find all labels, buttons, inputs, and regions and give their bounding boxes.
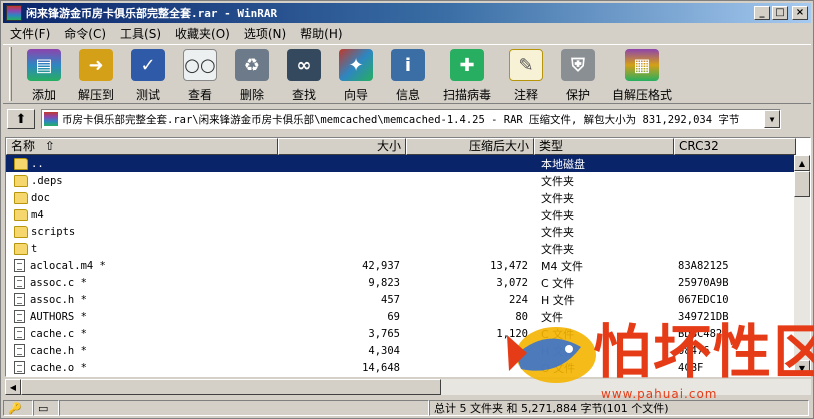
chevron-left-icon: ◀ <box>9 382 17 392</box>
list-item[interactable]: .deps 文件夹 <box>6 172 796 189</box>
sort-arrow-icon: ⇧ <box>44 139 55 153</box>
view-button[interactable]: ○○ 查看 <box>174 45 226 103</box>
list-item[interactable]: doc 文件夹 <box>6 189 796 206</box>
find-button[interactable]: ∞ 查找 <box>278 45 330 103</box>
scroll-thumb[interactable] <box>794 171 810 197</box>
virus-scan-icon: ✚ <box>450 49 484 81</box>
folder-icon <box>14 191 28 204</box>
view-glasses-icon: ○○ <box>183 49 217 81</box>
close-button[interactable]: × <box>792 6 808 20</box>
list-item[interactable]: AUTHORS * 69 80 文件 349721DB <box>6 308 796 325</box>
file-rows: .. 本地磁盘 .deps 文件夹 doc 文件夹 m4 文件夹 scripts… <box>6 155 796 376</box>
title-bar[interactable]: 闲来锋游金币房卡俱乐部完整全套.rar - WinRAR _ □ × <box>3 3 811 23</box>
menu-commands[interactable]: 命令(C) <box>57 25 113 42</box>
extract-to-button[interactable]: ➜ 解压到 <box>70 45 122 103</box>
column-size[interactable]: 大小 <box>278 138 406 155</box>
chevron-down-icon: ▼ <box>769 114 775 124</box>
wizard-icon: ✦ <box>339 49 373 81</box>
folder-icon <box>14 242 28 255</box>
file-icon <box>14 259 25 272</box>
up-one-level-button[interactable]: ⬆ <box>7 109 35 129</box>
menu-help[interactable]: 帮助(H) <box>293 25 349 42</box>
column-header: 名称 ⇧ 大小 压缩后大小 类型 CRC32 <box>6 138 796 155</box>
list-item[interactable]: cache.h * 4,304 1, H 文件 08476 <box>6 342 796 359</box>
test-clipboard-icon: ✓ <box>131 49 165 81</box>
file-icon <box>14 327 25 340</box>
file-icon <box>14 361 25 374</box>
menu-tools[interactable]: 工具(S) <box>113 25 168 42</box>
list-item[interactable]: cache.o * 14,648 O 文件 4CBF <box>6 359 796 376</box>
status-bar: 🔑 ▭ 总计 5 文件夹 和 5,271,884 字节(101 个文件) <box>3 399 811 417</box>
minimize-button[interactable]: _ <box>754 6 770 20</box>
list-item[interactable]: aclocal.m4 * 42,937 13,472 M4 文件 83A8212… <box>6 257 796 274</box>
menu-favorites[interactable]: 收藏夹(O) <box>168 25 237 42</box>
file-icon <box>14 310 25 323</box>
list-item[interactable]: .. 本地磁盘 <box>6 155 796 172</box>
find-binoculars-icon: ∞ <box>287 49 321 81</box>
list-item[interactable]: assoc.h * 457 224 H 文件 067EDC10 <box>6 291 796 308</box>
file-list[interactable]: 名称 ⇧ 大小 压缩后大小 类型 CRC32 .. 本地磁盘 .deps 文件夹 <box>5 137 811 377</box>
info-button[interactable]: i 信息 <box>382 45 434 103</box>
folder-icon <box>14 225 28 238</box>
rar-archive-icon <box>44 112 58 126</box>
list-item[interactable]: t 文件夹 <box>6 240 796 257</box>
list-item[interactable]: cache.c * 3,765 1,120 C 文件 BDBC482A <box>6 325 796 342</box>
add-button[interactable]: ▤ 添加 <box>18 45 70 103</box>
menu-options[interactable]: 选项(N) <box>237 25 293 42</box>
horizontal-scroll-thumb[interactable] <box>21 379 441 395</box>
sfx-button[interactable]: ▦ 自解压格式 <box>604 45 680 103</box>
drive-icon[interactable]: ▭ <box>33 400 59 416</box>
scroll-left-button[interactable]: ◀ <box>5 379 21 395</box>
wizard-button[interactable]: ✦ 向导 <box>330 45 382 103</box>
toolbar-grip[interactable] <box>9 47 12 101</box>
protect-shield-icon: ⛨ <box>561 49 595 81</box>
column-packed[interactable]: 压缩后大小 <box>406 138 534 155</box>
chevron-up-icon: ▲ <box>798 158 806 168</box>
comment-button[interactable]: ✎ 注释 <box>500 45 552 103</box>
scroll-down-button[interactable]: ▼ <box>794 360 810 376</box>
vertical-scrollbar[interactable]: ▲ ▼ <box>794 155 810 376</box>
maximize-button[interactable]: □ <box>772 6 788 20</box>
winrar-app-icon[interactable] <box>6 5 22 21</box>
column-type[interactable]: 类型 <box>534 138 674 155</box>
toolbar: ▤ 添加 ➜ 解压到 ✓ 测试 ○○ 查看 ♻ 删除 ∞ 查找 ✦ 向导 i 信 <box>3 44 811 104</box>
sfx-icon: ▦ <box>625 49 659 81</box>
file-icon <box>14 276 25 289</box>
window-title: 闲来锋游金币房卡俱乐部完整全套.rar - WinRAR <box>26 7 278 20</box>
path-dropdown-button[interactable]: ▼ <box>764 110 780 128</box>
test-button[interactable]: ✓ 测试 <box>122 45 174 103</box>
folder-icon <box>14 157 28 170</box>
file-icon <box>14 293 25 306</box>
folder-icon <box>14 174 28 187</box>
column-name[interactable]: 名称 ⇧ <box>6 138 278 155</box>
up-arrow-icon: ⬆ <box>15 111 27 127</box>
address-bar: ⬆ 币房卡俱乐部完整全套.rar\闲来锋游金币房卡俱乐部\memcached\m… <box>3 107 811 131</box>
protect-button[interactable]: ⛨ 保护 <box>552 45 604 103</box>
menu-bar: 文件(F) 命令(C) 工具(S) 收藏夹(O) 选项(N) 帮助(H) <box>3 24 811 42</box>
winrar-window: 闲来锋游金币房卡俱乐部完整全套.rar - WinRAR _ □ × 文件(F)… <box>0 0 814 419</box>
horizontal-scrollbar[interactable]: ◀ <box>5 379 811 395</box>
delete-recycle-icon: ♻ <box>235 49 269 81</box>
list-item[interactable]: m4 文件夹 <box>6 206 796 223</box>
folder-icon <box>14 208 28 221</box>
extract-folder-icon: ➜ <box>79 49 113 81</box>
key-icon[interactable]: 🔑 <box>3 400 33 416</box>
menu-file[interactable]: 文件(F) <box>3 25 57 42</box>
path-text: 币房卡俱乐部完整全套.rar\闲来锋游金币房卡俱乐部\memcached\mem… <box>62 113 740 126</box>
chevron-down-icon: ▼ <box>798 363 806 373</box>
info-icon: i <box>391 49 425 81</box>
delete-button[interactable]: ♻ 删除 <box>226 45 278 103</box>
path-field[interactable]: 币房卡俱乐部完整全套.rar\闲来锋游金币房卡俱乐部\memcached\mem… <box>41 109 781 129</box>
status-summary: 总计 5 文件夹 和 5,271,884 字节(101 个文件) <box>429 400 809 416</box>
scroll-up-button[interactable]: ▲ <box>794 155 810 171</box>
status-blank <box>59 400 429 416</box>
add-books-icon: ▤ <box>27 49 61 81</box>
list-item[interactable]: assoc.c * 9,823 3,072 C 文件 25970A9B <box>6 274 796 291</box>
virus-scan-button[interactable]: ✚ 扫描病毒 <box>434 45 500 103</box>
comment-icon: ✎ <box>509 49 543 81</box>
file-icon <box>14 344 25 357</box>
list-item[interactable]: scripts 文件夹 <box>6 223 796 240</box>
column-crc[interactable]: CRC32 <box>674 138 796 155</box>
